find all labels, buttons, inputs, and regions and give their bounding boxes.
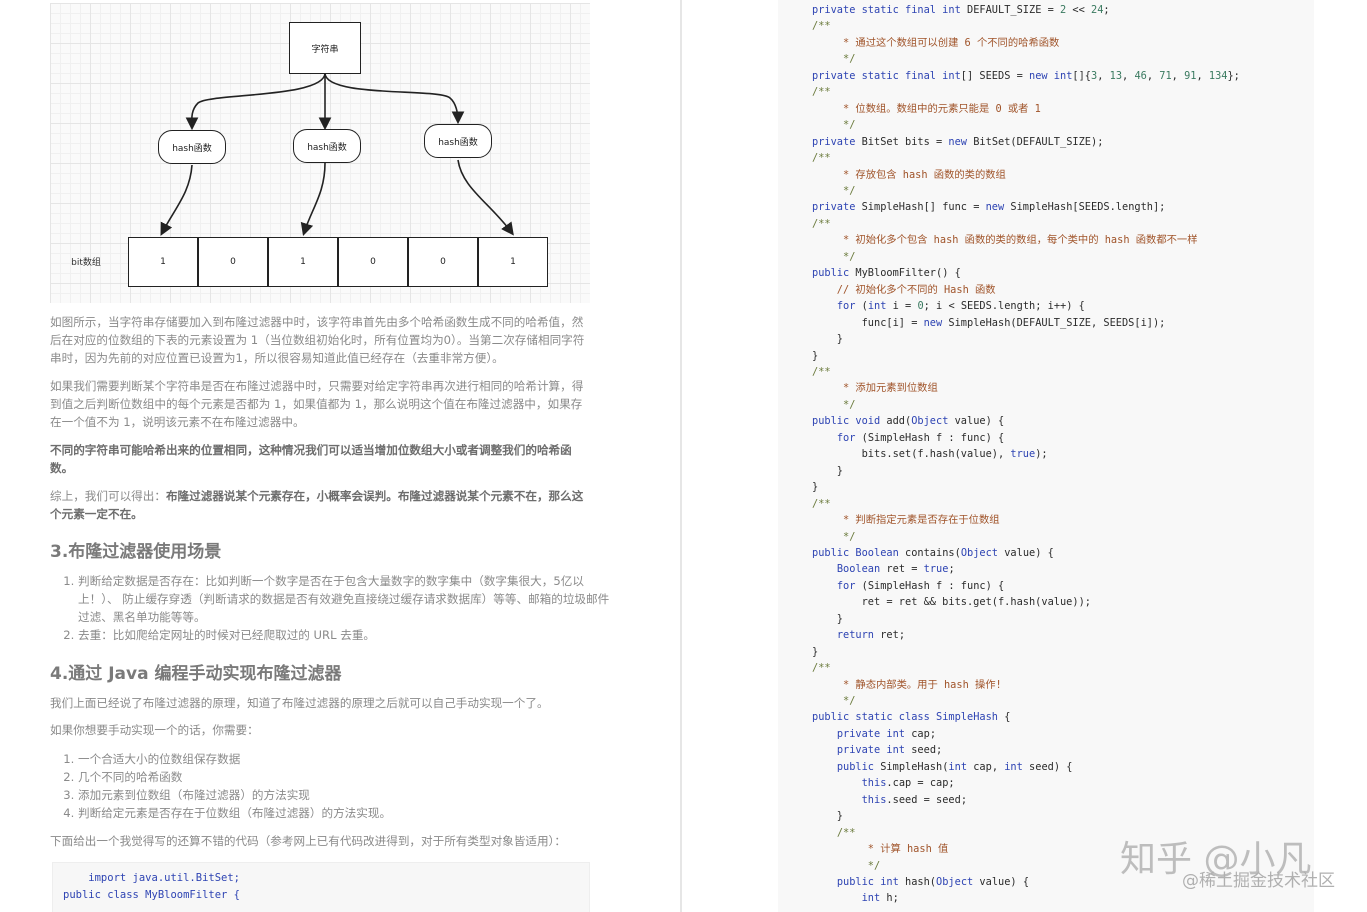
bit-cell: 0 bbox=[408, 237, 478, 287]
code-line: import java.util.BitSet; bbox=[63, 870, 240, 887]
summary-prefix: 综上，我们可以得出： bbox=[50, 489, 166, 503]
hash-node-1: hash函数 bbox=[158, 130, 226, 164]
right-page: private static final int DEFAULT_SIZE = … bbox=[684, 0, 1367, 912]
paragraph-code-intro: 下面给出一个我觉得写的还算不错的代码（参考网上已有代码改进得到，对于所有类型对象… bbox=[50, 834, 566, 848]
paragraph-intro: 我们上面已经说了布隆过滤器的原理，知道了布隆过滤器的原理之后就可以自己手动实现一… bbox=[50, 696, 549, 710]
code-line: public Boolean contains(Object value) { bbox=[812, 546, 1054, 559]
hash-node-label: hash函数 bbox=[438, 137, 478, 148]
paragraph-needs: 如果你想要手动实现一个的话，你需要： bbox=[50, 723, 259, 737]
code-line: private static final int[] SEEDS = new i… bbox=[812, 69, 1240, 82]
paragraph-collision-note: 不同的字符串可能哈希出来的位置相同，这种情况我们可以适当增加位数组大小或者调整我… bbox=[50, 441, 586, 477]
list-item: 去重：比如爬给定网址的时候对已经爬取过的 URL 去重。 bbox=[78, 626, 618, 644]
heading-use-cases: 3.布隆过滤器使用场景 bbox=[50, 542, 222, 562]
string-node-label: 字符串 bbox=[311, 44, 339, 55]
hash-node-3: hash函数 bbox=[424, 124, 492, 158]
bit-cell: 0 bbox=[338, 237, 408, 287]
code-block-start: import java.util.BitSet; public class My… bbox=[52, 862, 590, 912]
code-line: public class MyBloomFilter { bbox=[63, 887, 240, 904]
list-item: 添加元素到位数组（布隆过滤器）的方法实现 bbox=[78, 786, 618, 804]
java-code-block: private static final int DEFAULT_SIZE = … bbox=[812, 4, 1240, 905]
hash-node-2: hash函数 bbox=[293, 129, 361, 163]
collision-note-text: 不同的字符串可能哈希出来的位置相同，这种情况我们可以适当增加位数组大小或者调整我… bbox=[50, 443, 572, 475]
code-class-decl: public class MyBloomFilter { bbox=[63, 889, 241, 901]
requirements-list: 一个合适大小的位数组保存数据 几个不同的哈希函数 添加元素到位数组（布隆过滤器）… bbox=[50, 750, 618, 822]
bloom-filter-diagram: 字符串 hash函数 hash函数 hash函数 bit数组 1 0 1 0 0… bbox=[50, 3, 590, 303]
bit-cell: 0 bbox=[198, 237, 268, 287]
bit-cell: 1 bbox=[478, 237, 548, 287]
list-item: 几个不同的哈希函数 bbox=[78, 768, 618, 786]
bit-cell: 1 bbox=[128, 237, 198, 287]
watermark-juejin: @稀土掘金技术社区 bbox=[1182, 871, 1335, 891]
bit-array-label: bit数组 bbox=[71, 258, 101, 268]
use-case-list: 判断给定数据是否存在：比如判断一个数字是否在于包含大量数字的数字集中（数字集很大… bbox=[50, 572, 618, 644]
code-line: private BitSet bits = new BitSet(DEFAULT… bbox=[812, 135, 1104, 148]
paragraph-summary: 综上，我们可以得出：布隆过滤器说某个元素存在，小概率会误判。布隆过滤器说某个元素… bbox=[50, 487, 586, 523]
hash-node-label: hash函数 bbox=[172, 143, 212, 154]
code-line: private SimpleHash[] func = new SimpleHa… bbox=[812, 201, 1166, 214]
string-node: 字符串 bbox=[289, 22, 361, 74]
code-line: public static class SimpleHash { bbox=[812, 711, 1011, 724]
list-item: 一个合适大小的位数组保存数据 bbox=[78, 750, 618, 768]
code-line: private static final int DEFAULT_SIZE = … bbox=[812, 4, 1110, 16]
bit-cell: 1 bbox=[268, 237, 338, 287]
list-item: 判断给定元素是否存在于位数组（布隆过滤器）的方法实现。 bbox=[78, 804, 618, 822]
heading-java-impl: 4.通过 Java 编程手动实现布隆过滤器 bbox=[50, 664, 342, 684]
paragraph-hash-explanation: 如图所示，当字符串存储要加入到布隆过滤器中时，该字符串首先由多个哈希函数生成不同… bbox=[50, 315, 585, 365]
paragraph-lookup-explanation: 如果我们需要判断某个字符串是否在布隆过滤器中时，只需要对给定字符串再次进行相同的… bbox=[50, 379, 584, 429]
left-page: 字符串 hash函数 hash函数 hash函数 bit数组 1 0 1 0 0… bbox=[0, 0, 680, 912]
page-divider bbox=[680, 0, 682, 912]
code-line: public MyBloomFilter() { bbox=[812, 267, 961, 280]
code-import: import java.util.BitSet; bbox=[63, 872, 241, 884]
list-item: 判断给定数据是否存在：比如判断一个数字是否在于包含大量数字的数字集中（数字集很大… bbox=[78, 572, 618, 626]
code-line: public void add(Object value) { bbox=[812, 415, 1005, 428]
hash-node-label: hash函数 bbox=[307, 142, 347, 153]
